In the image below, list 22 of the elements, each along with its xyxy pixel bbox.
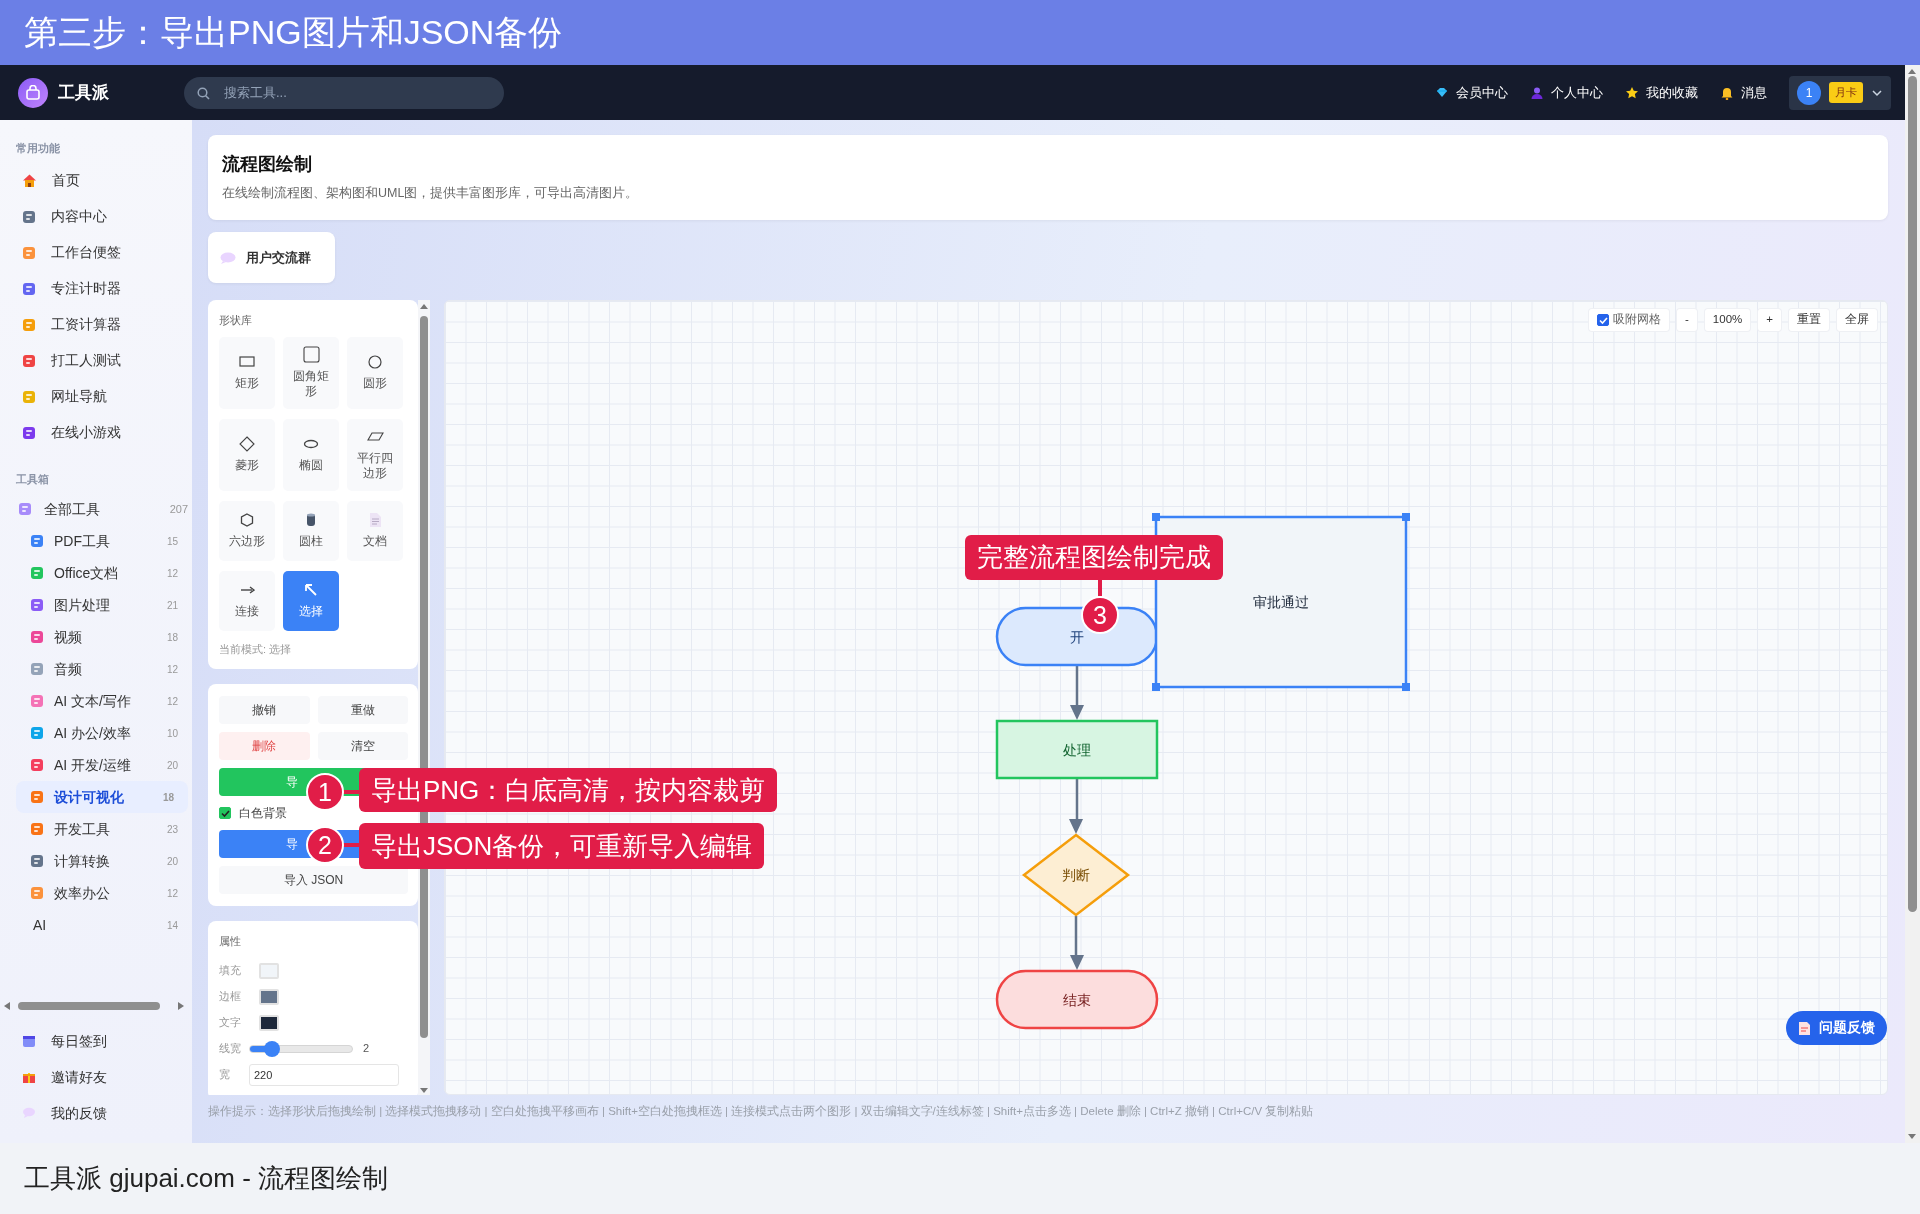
page-subtitle: 在线绘制流程图、架构图和UML图，提供丰富图形库，可导出高清图片。 (222, 185, 640, 202)
membership-tag: 月卡 (1829, 82, 1863, 103)
avatar: 1 (1797, 80, 1821, 105)
property-label: 线宽 (219, 1041, 242, 1057)
checkbox-label: 白色背景 (239, 805, 287, 823)
section-heading: 形状库 (219, 313, 253, 328)
hint-text: 操作提示：选择形状后拖拽绘制 | 选择模式拖拽移动 | 空白处拖拽平移画布 | Shift+空白处拖拽框选 | 连接模式点击两个图形 | 双击编辑文字/连线标签 | Shift+点击多选 | Delete 删除 | Ctrl+Z 撤销 | Ctrl+C/V 复制粘贴 (208, 1104, 1315, 1119)
callout-tooltip: 完整流程图绘制完成 (965, 535, 1223, 580)
checkbox-label: 吸附网格 (1613, 312, 1661, 328)
property-label: 文字 (219, 1015, 242, 1031)
callout-tooltip: 导出JSON备份，可重新导入编辑 (359, 823, 765, 869)
mode-label: 当前模式: 选择 (219, 641, 293, 657)
property-label: 填充 (219, 963, 242, 979)
slider-value: 2 (363, 1041, 370, 1057)
section-heading: 常用功能 (15, 141, 61, 156)
section-heading: 属性 (219, 934, 242, 950)
caption-text: 工具派 gjupai.com - 流程图绘制 (24, 1162, 389, 1195)
section-heading: 工具箱 (15, 471, 50, 487)
page-title: 流程图绘制 (222, 153, 313, 176)
property-label: 边框 (219, 989, 242, 1005)
page-heading: 第三步：导出PNG图片和JSON备份 (24, 13, 563, 52)
callout-tooltip: 导出PNG：白底高清，按内容裁剪 (359, 768, 778, 812)
